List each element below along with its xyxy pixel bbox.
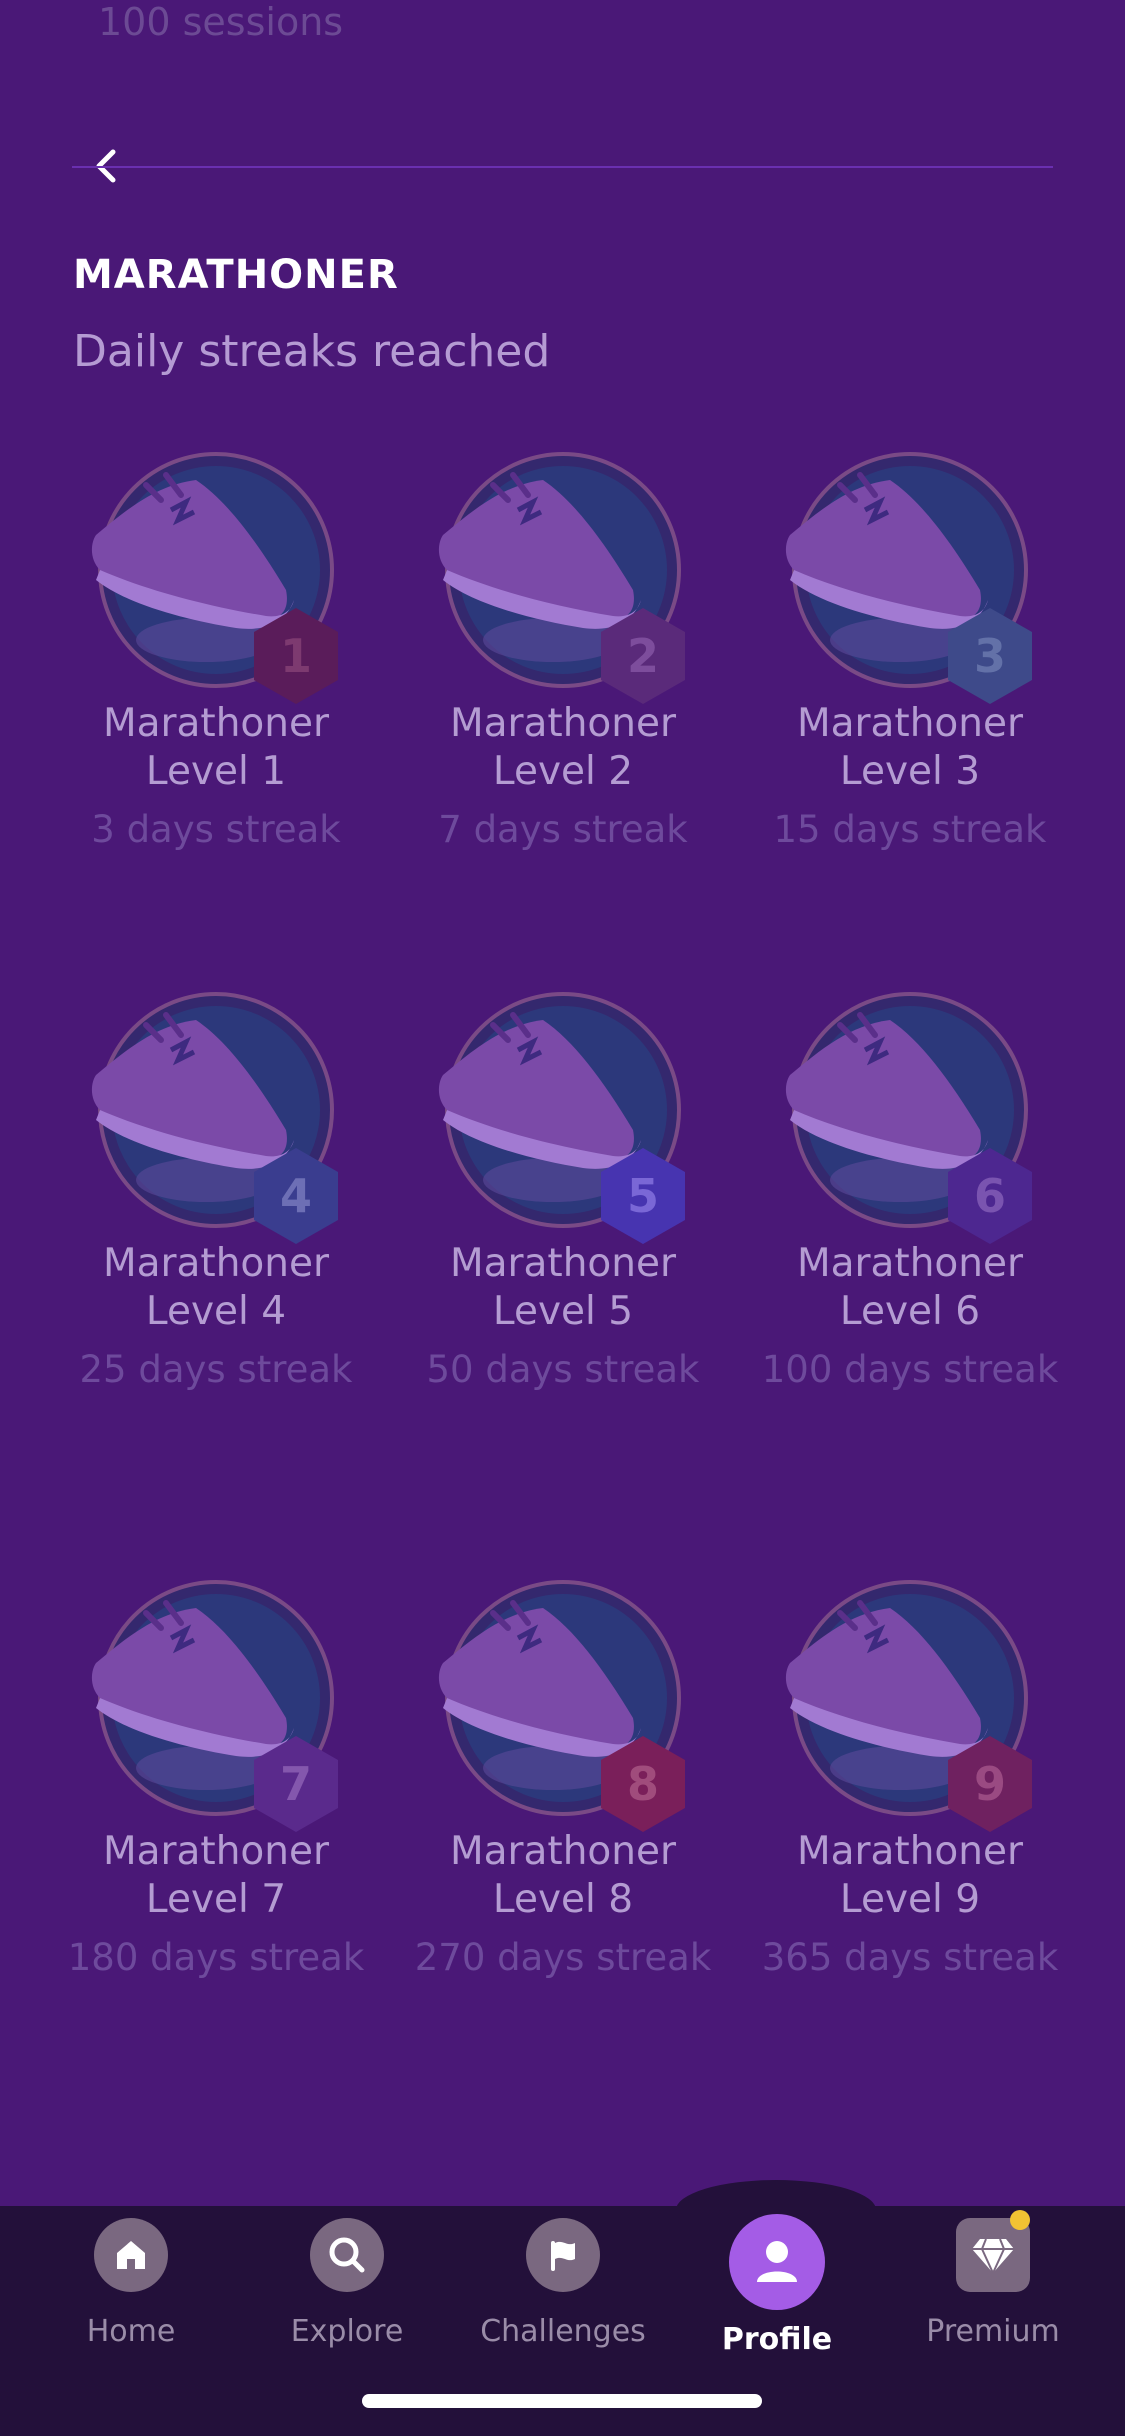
level-badge: 1 [244, 604, 348, 708]
badge-card[interactable]: 7 Marathoner Level 7 180 days streak [56, 1568, 376, 1982]
badge-name: Marathoner Level 1 [102, 701, 330, 794]
page-title: MARATHONER [73, 252, 399, 298]
badge-name: Marathoner Level 8 [449, 1829, 677, 1922]
level-number: 1 [279, 629, 312, 683]
nav-premium[interactable]: Premium [888, 2210, 1098, 2349]
badge-card[interactable]: 2 Marathoner Level 2 7 days streak [403, 440, 723, 854]
nav-home[interactable]: Home [26, 2218, 236, 2349]
nav-profile[interactable]: Profile [672, 2214, 882, 2357]
level-badge: 6 [938, 1144, 1042, 1248]
badge-name: Marathoner Level 7 [102, 1829, 330, 1922]
badge-card[interactable]: 8 Marathoner Level 8 270 days streak [403, 1568, 723, 1982]
badge-requirement: 7 days streak [438, 808, 688, 851]
badge-art: 1 [86, 440, 346, 704]
badge-art: 8 [433, 1568, 693, 1832]
level-badge: 9 [938, 1732, 1042, 1836]
badge-art: 4 [86, 980, 346, 1244]
badge-requirement: 3 days streak [91, 808, 341, 851]
level-number: 4 [279, 1169, 312, 1223]
level-badge: 8 [591, 1732, 695, 1836]
badge-requirement: 100 days streak [761, 1348, 1059, 1391]
badge-art: 9 [780, 1568, 1040, 1832]
nav-profile-label: Profile [721, 2322, 833, 2357]
badge-name: Marathoner Level 9 [796, 1829, 1024, 1922]
notification-dot [1010, 2210, 1030, 2230]
badge-name: Marathoner Level 4 [102, 1241, 330, 1334]
level-number: 6 [973, 1169, 1006, 1223]
level-number: 2 [626, 629, 659, 683]
level-number: 9 [973, 1757, 1006, 1811]
badge-card[interactable]: 9 Marathoner Level 9 365 days streak [750, 1568, 1070, 1982]
badge-card[interactable]: 4 Marathoner Level 4 25 days streak [56, 980, 376, 1394]
badge-card[interactable]: 3 Marathoner Level 3 15 days streak [750, 440, 1070, 854]
level-badge: 4 [244, 1144, 348, 1248]
nav-challenges-label: Challenges [480, 2314, 646, 2349]
badge-name: Marathoner Level 2 [449, 701, 677, 794]
badge-name: Marathoner Level 3 [796, 701, 1024, 794]
nav-challenges[interactable]: Challenges [458, 2218, 668, 2349]
home-indicator [362, 2394, 762, 2408]
badge-art: 6 [780, 980, 1040, 1244]
level-badge: 3 [938, 604, 1042, 708]
nav-home-label: Home [86, 2314, 176, 2349]
level-badge: 5 [591, 1144, 695, 1248]
previous-section-tail-text: 100 sessions [98, 0, 344, 44]
profile-icon [729, 2214, 825, 2310]
badge-card[interactable]: 6 Marathoner Level 6 100 days streak [750, 980, 1070, 1394]
badge-art: 2 [433, 440, 693, 704]
badge-requirement: 50 days streak [426, 1348, 700, 1391]
flag-icon [526, 2218, 600, 2292]
badge-requirement: 180 days streak [67, 1936, 365, 1979]
level-number: 5 [626, 1169, 659, 1223]
nav-premium-label: Premium [926, 2314, 1060, 2349]
badge-name: Marathoner Level 6 [796, 1241, 1024, 1334]
badge-requirement: 365 days streak [761, 1936, 1059, 1979]
search-icon [310, 2218, 384, 2292]
badge-card[interactable]: 1 Marathoner Level 1 3 days streak [56, 440, 376, 854]
nav-explore[interactable]: Explore [242, 2218, 452, 2349]
page-subtitle: Daily streaks reached [73, 326, 551, 377]
badge-requirement: 15 days streak [773, 808, 1047, 851]
level-badge: 2 [591, 604, 695, 708]
level-number: 8 [626, 1757, 659, 1811]
nav-explore-label: Explore [290, 2314, 404, 2349]
badge-art: 5 [433, 980, 693, 1244]
badge-art: 7 [86, 1568, 346, 1832]
level-badge: 7 [244, 1732, 348, 1836]
header-divider [72, 166, 1053, 168]
badge-name: Marathoner Level 5 [449, 1241, 677, 1334]
home-icon [94, 2218, 168, 2292]
badge-card[interactable]: 5 Marathoner Level 5 50 days streak [403, 980, 723, 1394]
level-number: 3 [973, 629, 1006, 683]
level-number: 7 [279, 1757, 312, 1811]
badge-requirement: 270 days streak [414, 1936, 712, 1979]
badge-art: 3 [780, 440, 1040, 704]
badge-requirement: 25 days streak [79, 1348, 353, 1391]
